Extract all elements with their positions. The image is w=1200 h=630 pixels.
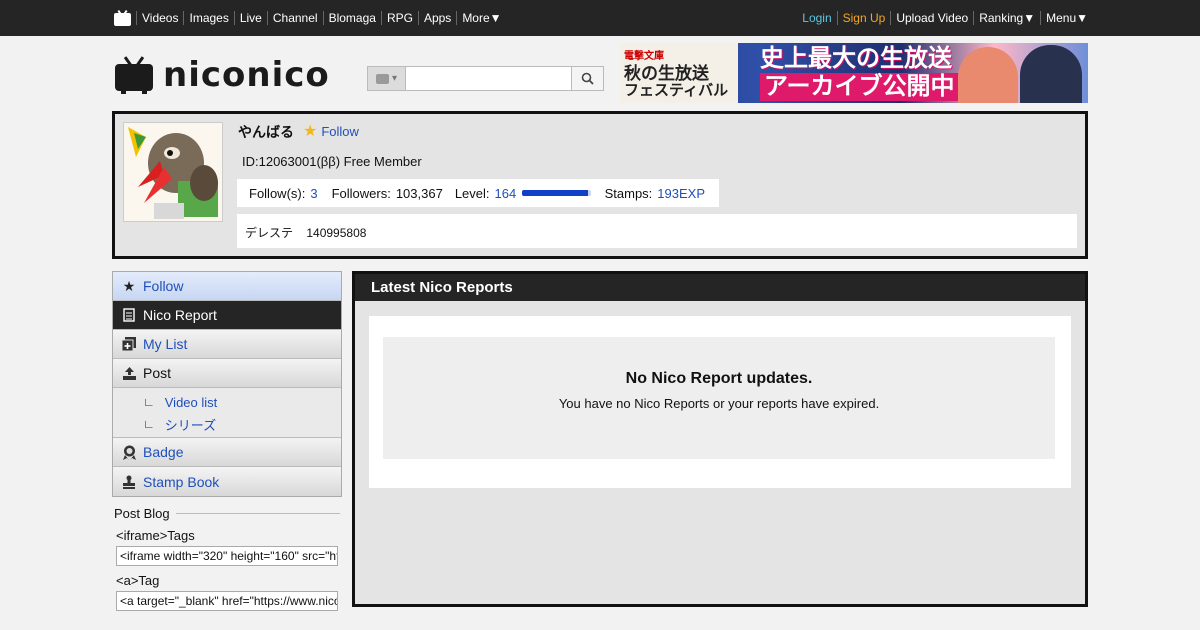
star-icon: ★	[122, 277, 136, 294]
signup-link[interactable]: Sign Up	[838, 11, 892, 25]
post-blog-section: Post Blog <iframe>Tags <iframe width="32…	[112, 506, 342, 611]
topbar-left: Videos Images Live Channel Blomaga RPG A…	[114, 0, 507, 36]
stamps-exp-link[interactable]: 193EXP	[657, 186, 705, 201]
a-tag-label: <a>Tag	[116, 573, 160, 588]
submenu-series[interactable]: ∟ シリーズ	[113, 413, 341, 435]
description-number: 140995808	[306, 226, 367, 240]
banner-logo-block: 電撃文庫 秋の生放送 フェスティバル	[620, 43, 738, 103]
follows-count-link[interactable]: 3	[310, 186, 317, 201]
search-button[interactable]	[571, 67, 603, 90]
nav-images[interactable]: Images	[183, 11, 233, 25]
avatar	[123, 122, 223, 222]
submenu-video-list[interactable]: ∟ Video list	[113, 391, 341, 413]
search-input[interactable]	[406, 67, 571, 90]
empty-state-heading: No Nico Report updates.	[625, 370, 813, 387]
star-icon: ★	[303, 123, 318, 140]
top-navigation-bar: Videos Images Live Channel Blomaga RPG A…	[0, 0, 1200, 36]
submenu-series-label: シリーズ	[164, 417, 217, 433]
user-id-line: ID:12063001(ββ) Free Member	[242, 154, 422, 169]
menu-nico-report[interactable]: Nico Report	[113, 301, 341, 330]
follows-label: Follow(s):	[249, 185, 306, 201]
user-nickname: やんばる	[238, 124, 294, 140]
empty-state-text: You have no Nico Reports or your reports…	[558, 396, 880, 411]
mylist-add-icon	[121, 336, 137, 352]
nav-live[interactable]: Live	[233, 11, 267, 25]
main-menu[interactable]: Menu▼	[1041, 11, 1088, 25]
logo-text: niconico	[163, 55, 330, 95]
submenu-video-list-label: Video list	[164, 394, 218, 410]
user-profile-box: やんばる ★ Follow ID:12063001(ββ) Free Membe…	[112, 111, 1088, 259]
follow-user-button[interactable]: ★ Follow	[303, 121, 359, 141]
divider	[175, 513, 340, 514]
user-description: デレステ 140995808	[237, 214, 1077, 248]
menu-post-label: Post	[143, 365, 172, 381]
tv-logo-icon	[115, 56, 153, 94]
nav-apps[interactable]: Apps	[417, 11, 456, 25]
banner-title-b: フェスティバル	[624, 82, 729, 99]
followers-label: Followers:	[331, 185, 391, 201]
nav-blomaga[interactable]: Blomaga	[322, 11, 381, 25]
chevron-down-icon: ▾	[391, 73, 398, 84]
level-progress-bar	[522, 190, 591, 196]
niconico-logo[interactable]: niconico	[115, 55, 355, 95]
search-icon	[581, 72, 594, 85]
menu-follow-label: Follow	[143, 278, 184, 294]
menu-post[interactable]: Post	[113, 359, 341, 388]
user-avatar-image	[124, 123, 222, 221]
banner-character-illustration	[1020, 45, 1082, 103]
iframe-code-field[interactable]: <iframe width="320" height="160" src="ht…	[116, 546, 338, 566]
search-category-dropdown[interactable]: ▾	[368, 67, 406, 90]
panel-title: Latest Nico Reports	[355, 274, 1085, 301]
submenu-bullet: ∟	[143, 395, 155, 409]
tv-icon	[375, 73, 389, 84]
nav-rpg[interactable]: RPG	[380, 11, 418, 25]
nav-videos[interactable]: Videos	[136, 11, 183, 25]
user-side-menu: ★ Follow Nico Report My List Post ∟ Vide…	[112, 271, 342, 497]
nav-channel[interactable]: Channel	[266, 11, 323, 25]
search-bar: ▾	[367, 66, 604, 91]
menu-stamp-book[interactable]: Stamp Book	[113, 467, 341, 496]
level-value-link[interactable]: 164	[495, 186, 517, 201]
banner-character-illustration	[958, 47, 1018, 103]
menu-follow[interactable]: ★ Follow	[113, 272, 341, 301]
nico-report-panel: Latest Nico Reports No Nico Report updat…	[352, 271, 1088, 607]
nav-more[interactable]: More▼	[456, 11, 506, 25]
menu-my-list[interactable]: My List	[113, 330, 341, 359]
upload-icon	[121, 365, 137, 381]
badge-icon	[121, 444, 137, 460]
user-stats: Follow(s): 3 Followers: 103,367 Level: 1…	[237, 179, 719, 207]
post-submenu: ∟ Video list ∟ シリーズ	[113, 388, 341, 438]
a-tag-code-field[interactable]: <a target="_blank" href="https://www.nic…	[116, 591, 338, 611]
ranking-menu[interactable]: Ranking▼	[974, 11, 1042, 25]
topbar-right: Login Sign Up Upload Video Ranking▼ Menu…	[802, 0, 1088, 36]
login-link[interactable]: Login	[802, 11, 838, 25]
empty-state-box: No Nico Report updates. You have no Nico…	[383, 337, 1055, 459]
iframe-tags-label: <iframe>Tags	[116, 528, 195, 543]
menu-nico-report-label: Nico Report	[143, 307, 217, 323]
panel-content: No Nico Report updates. You have no Nico…	[369, 316, 1071, 488]
banner-headline: 史上最大の生放送	[760, 45, 952, 72]
ad-banner[interactable]: 電撃文庫 秋の生放送 フェスティバル 史上最大の生放送 アーカイブ公開中	[620, 43, 1088, 103]
description-word: デレステ	[245, 226, 294, 240]
menu-my-list-label: My List	[143, 336, 188, 352]
post-blog-heading: Post Blog	[112, 506, 342, 521]
upload-video-link[interactable]: Upload Video	[891, 11, 975, 25]
submenu-bullet: ∟	[143, 417, 155, 431]
document-icon	[121, 307, 137, 323]
level-label: Level:	[454, 185, 490, 201]
stamp-icon	[121, 474, 137, 490]
menu-stamp-book-label: Stamp Book	[143, 473, 220, 490]
banner-subline: アーカイブ公開中	[760, 73, 959, 101]
post-blog-title: Post Blog	[114, 506, 170, 521]
menu-badge[interactable]: Badge	[113, 438, 341, 467]
menu-badge-label: Badge	[143, 444, 184, 460]
niconico-tv-icon[interactable]	[114, 9, 131, 26]
follow-label: Follow	[321, 123, 359, 139]
stamps-label: Stamps:	[604, 185, 653, 201]
followers-count: 103,367	[395, 185, 443, 201]
